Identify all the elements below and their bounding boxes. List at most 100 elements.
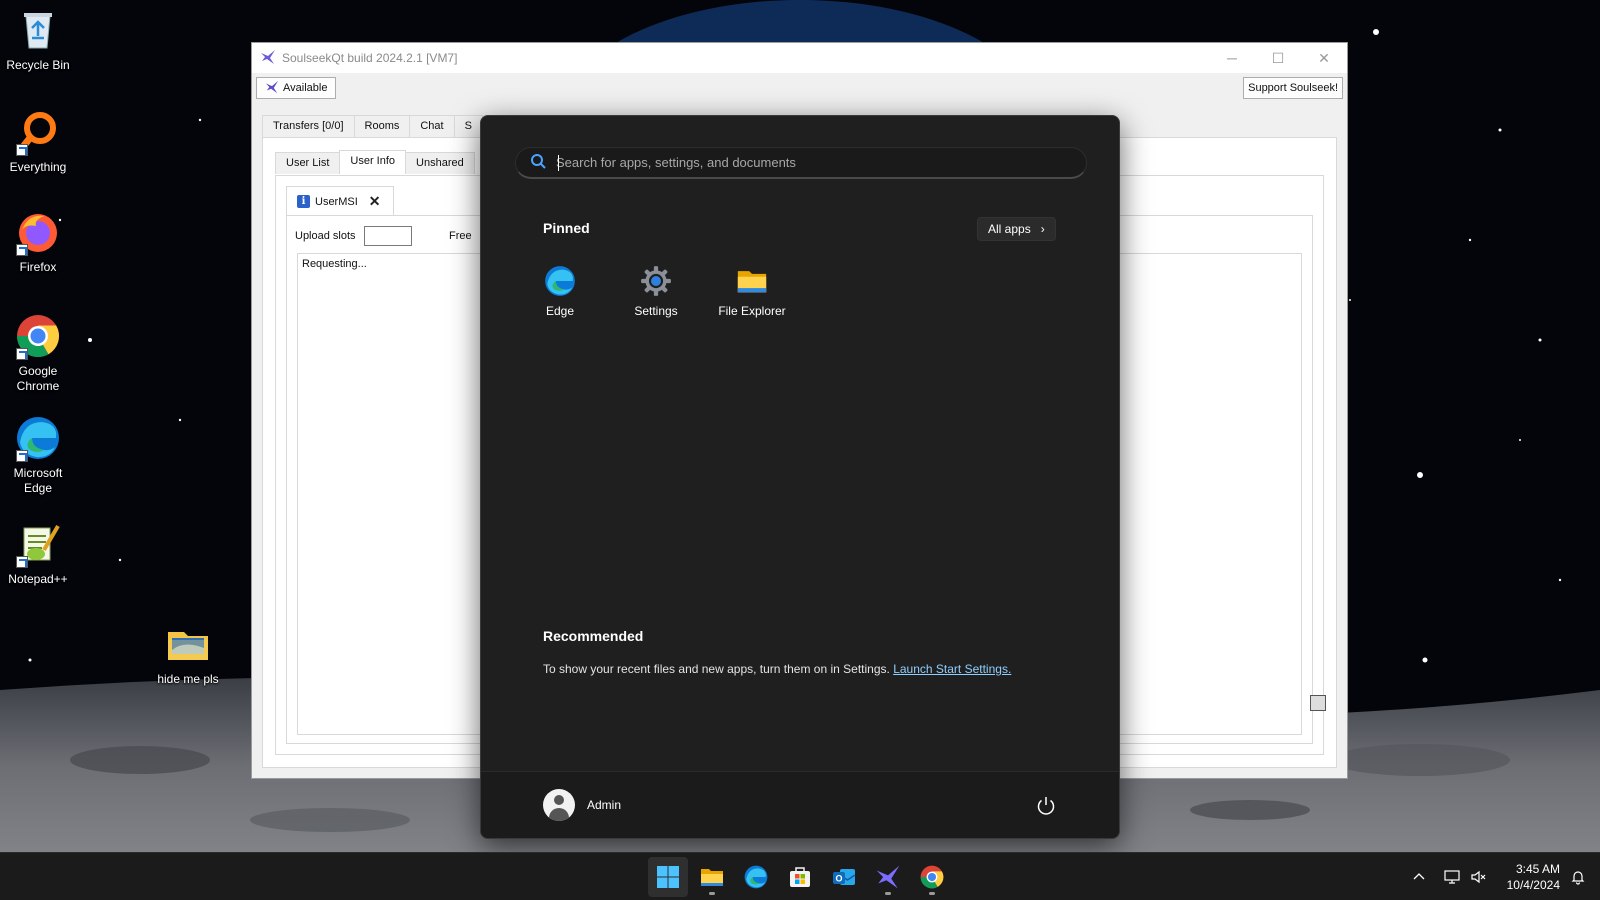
desktop-icon-notepad-plus-plus[interactable]: Notepad++ (0, 520, 76, 587)
soulseek-icon (876, 865, 900, 889)
status-available-button[interactable]: Available (256, 77, 337, 99)
taskbar-file-explorer[interactable] (692, 857, 732, 897)
search-icon (530, 153, 546, 172)
bell-icon (1571, 871, 1585, 885)
taskbar: O 3:45 AM 10/4/2024 (0, 852, 1600, 900)
free-label: Free (449, 230, 472, 242)
search-input[interactable] (556, 155, 1076, 170)
taskbar-soulseek[interactable] (868, 857, 908, 897)
network-icon (1444, 870, 1460, 884)
start-search-box[interactable] (515, 147, 1087, 179)
tab-chat[interactable]: Chat (409, 115, 455, 137)
desktop-icon-label: Firefox (19, 260, 57, 274)
speaker-muted-icon (1471, 870, 1486, 884)
window-titlebar[interactable]: SoulseekQt build 2024.2.1 [VM7] ─ ☐ ✕ (252, 43, 1347, 73)
minimize-button[interactable]: ─ (1209, 43, 1255, 73)
start-icon (657, 866, 679, 888)
store-icon (790, 867, 810, 887)
chevron-right-icon: › (1040, 222, 1045, 236)
shortcut-arrow-icon (16, 144, 28, 156)
pinned-app-file-explorer[interactable]: File Explorer (704, 264, 800, 318)
toolbar: Available Support Soulseek! (252, 73, 1347, 103)
soulseek-bird-icon (265, 80, 279, 97)
avatar (543, 789, 575, 821)
running-indicator (929, 892, 935, 895)
user-account-button[interactable]: Admin (543, 789, 621, 821)
taskbar-edge[interactable] (736, 857, 776, 897)
taskbar-store[interactable] (780, 857, 820, 897)
everything-magnifier-icon (14, 108, 62, 156)
shortcut-arrow-icon (16, 348, 28, 360)
file-explorer-icon (701, 869, 723, 886)
volume-status[interactable] (1470, 853, 1486, 900)
desktop-icon-everything[interactable]: Everything (0, 108, 76, 175)
folder-icon (164, 620, 212, 668)
settings-gear-icon (639, 264, 673, 298)
desktop-icon-label: Notepad++ (8, 572, 68, 586)
chevron-up-icon (1413, 873, 1425, 880)
close-button[interactable]: ✕ (1301, 43, 1347, 73)
chrome-icon (14, 312, 62, 360)
status-label: Available (283, 82, 328, 94)
outlook-icon: O (833, 869, 856, 885)
edge-icon (14, 414, 62, 462)
tab-rooms[interactable]: Rooms (353, 115, 411, 137)
shortcut-arrow-icon (16, 450, 28, 462)
tab-user-info[interactable]: User Info (339, 150, 407, 174)
text-caret (558, 154, 559, 171)
taskbar-chrome[interactable] (912, 857, 952, 897)
info-icon: i (297, 195, 310, 208)
desktop-icon-label: Microsoft Edge (13, 466, 63, 495)
chrome-icon (920, 865, 944, 889)
pinned-app-label: Edge (545, 304, 575, 318)
notifications-button[interactable] (1570, 853, 1586, 900)
edge-icon (543, 264, 577, 298)
power-button[interactable] (1034, 794, 1058, 818)
all-apps-label: All apps (988, 222, 1031, 236)
desktop-icon-folder[interactable]: hide me pls (150, 620, 226, 687)
shortcut-arrow-icon (16, 556, 28, 568)
pinned-app-label: File Explorer (718, 304, 786, 318)
close-tab-icon[interactable]: ✕ (369, 193, 381, 210)
network-status[interactable] (1444, 853, 1460, 900)
user-tab-label: UserMSI (315, 195, 358, 208)
running-indicator (885, 892, 891, 895)
user-tab[interactable]: i UserMSI ✕ (286, 186, 394, 216)
launch-start-settings-link[interactable]: Launch Start Settings. (893, 662, 1011, 676)
tab-user-list[interactable]: User List (275, 152, 341, 174)
edge-icon (744, 865, 768, 889)
desktop-icon-firefox[interactable]: Firefox (0, 208, 76, 275)
desktop-icon-label: Google Chrome (16, 364, 60, 393)
tab-search[interactable]: S (453, 115, 483, 137)
soulseek-bird-icon (260, 49, 276, 68)
tab-unshared[interactable]: Unshared (405, 152, 475, 174)
pinned-app-label: Settings (634, 304, 678, 318)
desktop-icon-label: hide me pls (157, 672, 219, 686)
desktop-icon-recycle-bin[interactable]: Recycle Bin (0, 6, 76, 73)
all-apps-button[interactable]: All apps › (977, 217, 1056, 241)
pinned-app-edge[interactable]: Edge (512, 264, 608, 318)
desktop-icon-google-chrome[interactable]: Google Chrome (0, 312, 76, 394)
tab-transfers[interactable]: Transfers [0/0] (262, 115, 355, 137)
panel-toggle-icon[interactable] (1310, 695, 1326, 711)
start-button[interactable] (648, 857, 688, 897)
window-title: SoulseekQt build 2024.2.1 [VM7] (282, 51, 458, 65)
start-menu: Pinned All apps › Edge Settings File Exp… (480, 115, 1120, 839)
support-soulseek-button[interactable]: Support Soulseek! (1243, 77, 1343, 99)
recycle-bin-icon (14, 6, 62, 54)
system-clock[interactable]: 3:45 AM 10/4/2024 (1496, 861, 1560, 893)
maximize-button[interactable]: ☐ (1255, 43, 1301, 73)
clock-date: 10/4/2024 (1506, 878, 1560, 892)
desktop-icon-microsoft-edge[interactable]: Microsoft Edge (0, 414, 76, 496)
folder-icon (735, 264, 769, 298)
upload-slots-field[interactable] (363, 226, 412, 246)
recommended-message: To show your recent files and new apps, … (543, 662, 890, 676)
desktop-icon-label: Everything (9, 160, 67, 174)
shortcut-arrow-icon (16, 244, 28, 256)
pinned-section-title: Pinned (543, 220, 590, 236)
taskbar-outlook[interactable]: O (824, 857, 864, 897)
pinned-app-settings[interactable]: Settings (608, 264, 704, 318)
upload-slots-label: Upload slots (295, 230, 356, 242)
show-hidden-icons-button[interactable] (1412, 853, 1426, 900)
notepad-plus-plus-icon (14, 520, 62, 568)
